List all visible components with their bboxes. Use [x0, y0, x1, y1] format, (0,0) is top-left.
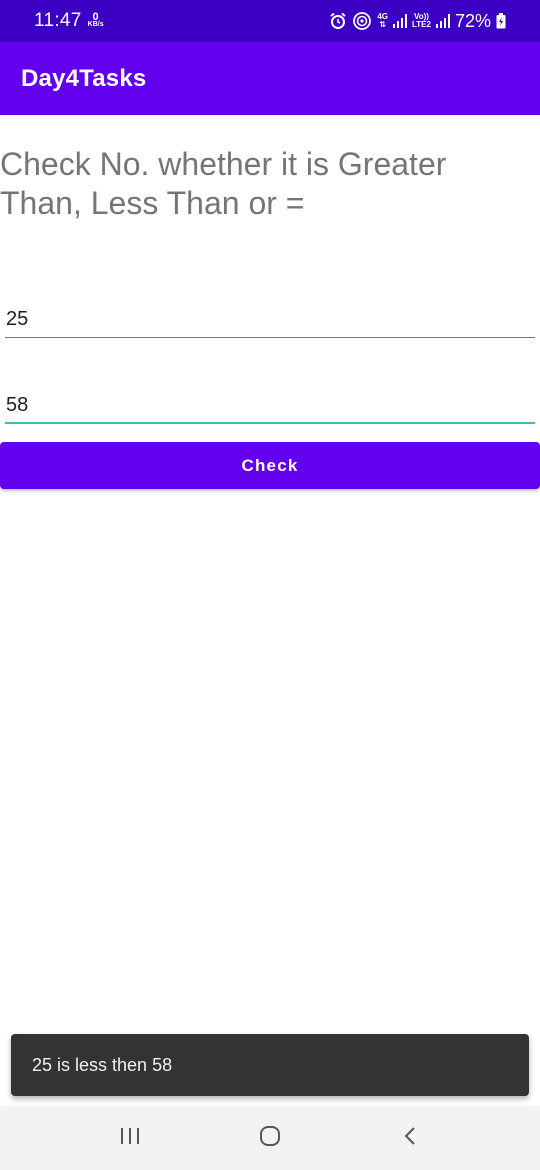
alarm-icon [329, 12, 347, 30]
toast-text: 25 is less then 58 [32, 1054, 173, 1075]
network-speed-unit: KB/s [87, 21, 104, 28]
network-type: 4G ⇅ [377, 13, 388, 29]
status-time: 11:47 [34, 10, 82, 31]
status-bar: 11:47 0 KB/s 4G ⇅ Vo)) LTE2 72% [0, 0, 540, 42]
signal-icon [435, 14, 450, 28]
volte-indicator: Vo)) LTE2 [412, 13, 431, 29]
status-right: 4G ⇅ Vo)) LTE2 72% [329, 11, 506, 32]
recent-apps-button[interactable] [100, 1113, 160, 1163]
lte-label: LTE2 [412, 20, 431, 29]
home-button[interactable] [240, 1113, 300, 1163]
network-speed: 0 KB/s [87, 11, 104, 29]
second-number-field[interactable] [5, 378, 535, 424]
page-heading: Check No. whether it is Greater Than, Le… [0, 146, 447, 221]
navigation-bar [0, 1106, 540, 1170]
second-number-input[interactable] [5, 378, 535, 424]
check-button[interactable]: Check [0, 442, 540, 489]
status-left: 11:47 0 KB/s [34, 10, 104, 32]
back-button[interactable] [380, 1113, 440, 1163]
battery-percentage: 72% [454, 10, 491, 31]
network-speed-value: 0 [92, 11, 99, 23]
app-title: Day4Tasks [21, 64, 147, 92]
hotspot-icon [352, 11, 372, 31]
second-number-underline [5, 422, 535, 424]
app-bar: Day4Tasks [0, 42, 540, 115]
battery-icon [496, 13, 506, 29]
signal-icon [393, 14, 407, 28]
first-number-input[interactable] [5, 292, 535, 338]
recent-apps-icon [119, 1126, 141, 1151]
first-number-field[interactable] [5, 292, 535, 338]
data-arrows-icon: ⇅ [379, 20, 387, 29]
home-icon [258, 1124, 282, 1153]
back-icon [402, 1125, 418, 1152]
toast-message: 25 is less then 58 [11, 1034, 529, 1096]
first-number-underline [5, 337, 535, 338]
